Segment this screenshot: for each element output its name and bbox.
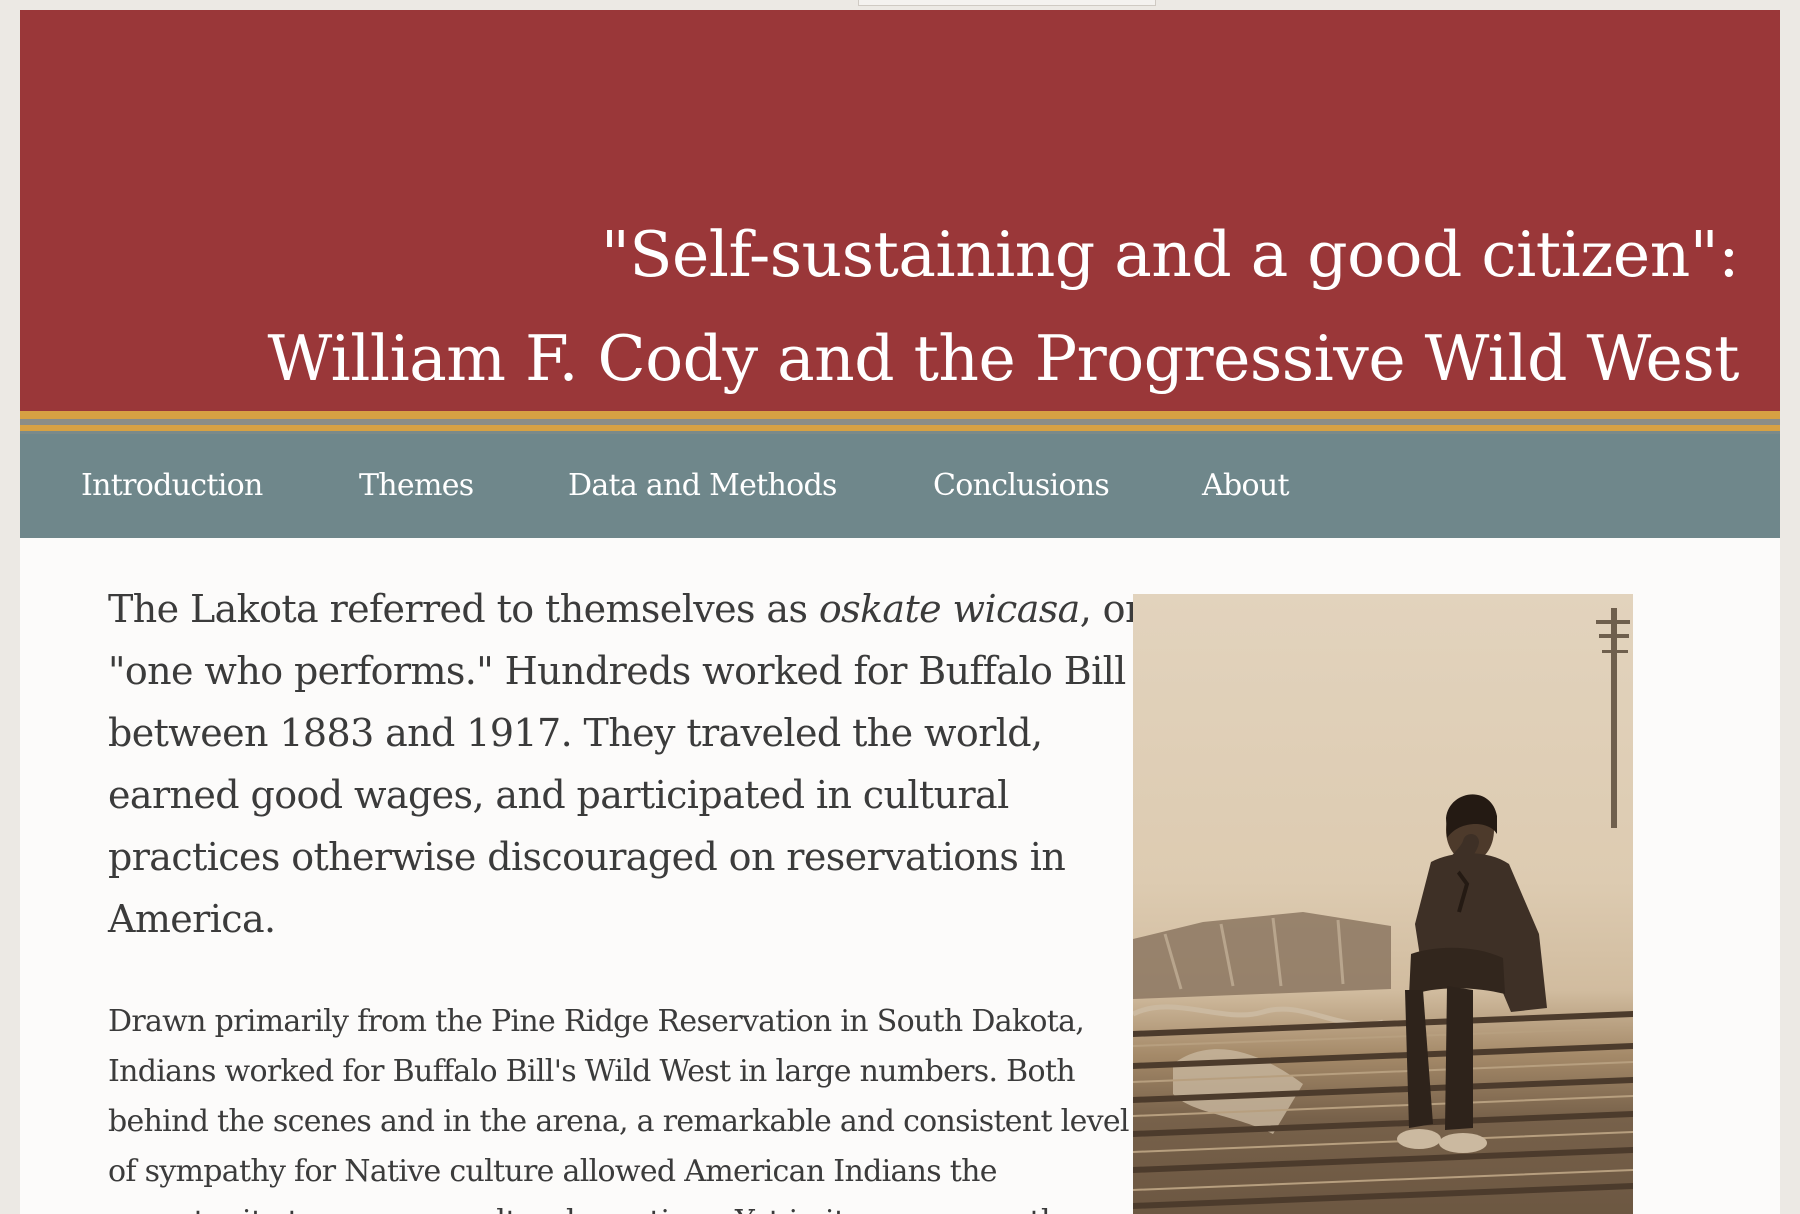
site-title: "Self-sustaining and a good citizen": Wi… xyxy=(267,203,1739,411)
body-line-1: Drawn primarily from the Pine Ridge Rese… xyxy=(108,1004,1085,1039)
lede-line-1-start: The Lakota referred to themselves as xyxy=(108,587,819,631)
lede-line-3: between 1883 and 1917. They traveled the… xyxy=(108,711,1043,755)
body-line-3: behind the scenes and in the arena, a re… xyxy=(108,1104,1130,1139)
lede-line-6: America. xyxy=(108,897,276,941)
body-line-5: opportunity to preserve cultural practic… xyxy=(108,1197,1108,1214)
body-line-4: of sympathy for Native culture allowed A… xyxy=(108,1154,998,1189)
sepia-photo-performer-seated xyxy=(1133,594,1633,1214)
lede-line-1: The Lakota referred to themselves as osk… xyxy=(108,578,1143,640)
page: "Self-sustaining and a good citizen": Wi… xyxy=(20,10,1780,1214)
nav-item-introduction[interactable]: Introduction xyxy=(81,468,263,504)
header-stripe-gold-top xyxy=(20,411,1780,419)
photo-illustration xyxy=(1133,608,1633,1209)
lede-line-2: "one who performs." Hundreds worked for … xyxy=(108,649,1126,693)
nav-item-themes[interactable]: Themes xyxy=(359,468,474,504)
nav-item-conclusions[interactable]: Conclusions xyxy=(933,468,1110,504)
browser-top-tab xyxy=(858,0,1156,6)
site-title-line-2: William F. Cody and the Progressive Wild… xyxy=(267,322,1739,395)
intro-body-paragraph: Drawn primarily from the Pine Ridge Rese… xyxy=(108,997,1130,1214)
site-title-line-1: "Self-sustaining and a good citizen": xyxy=(600,218,1740,291)
lede-line-4: earned good wages, and participated in c… xyxy=(108,773,1009,817)
main-nav: Introduction Themes Data and Methods Con… xyxy=(20,434,1780,538)
lede-lakota-term: oskate wicasa xyxy=(818,587,1080,631)
site-header: "Self-sustaining and a good citizen": Wi… xyxy=(20,10,1780,411)
nav-item-data-and-methods[interactable]: Data and Methods xyxy=(568,468,837,504)
nav-item-about[interactable]: About xyxy=(1202,468,1290,504)
intro-lede: The Lakota referred to themselves as osk… xyxy=(108,578,1143,950)
lede-line-5: practices otherwise discouraged on reser… xyxy=(108,835,1066,879)
body-line-2: Indians worked for Buffalo Bill's Wild W… xyxy=(108,1054,1076,1089)
